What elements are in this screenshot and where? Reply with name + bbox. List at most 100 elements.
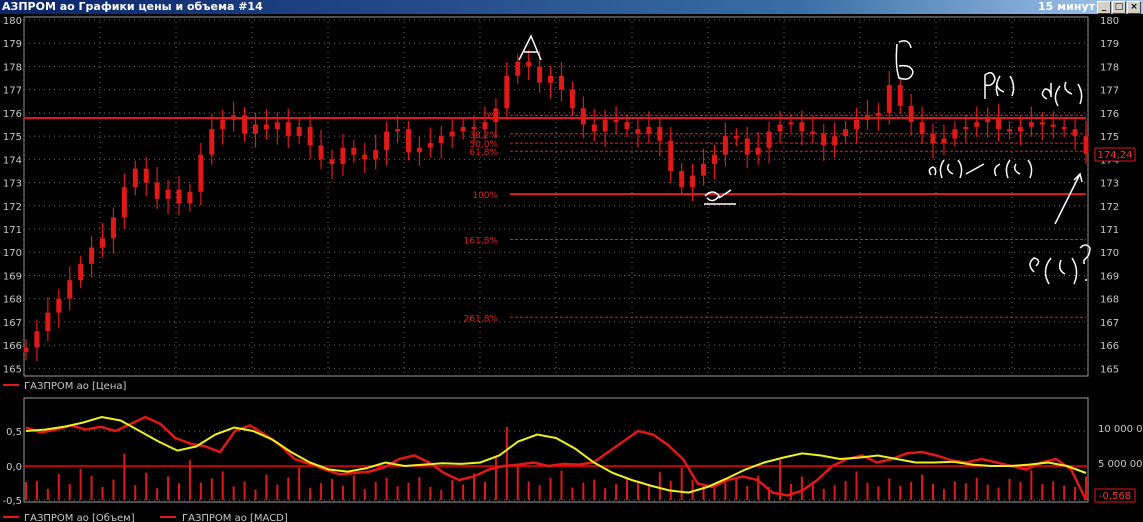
candle-body <box>1028 122 1034 127</box>
indicator-tick-left: 0,5 <box>6 427 22 438</box>
volume-bar <box>309 488 312 500</box>
candle-body <box>930 133 936 144</box>
candle-body <box>209 129 215 155</box>
volume-bar <box>932 483 935 500</box>
volume-bar <box>789 483 792 500</box>
volume-bar <box>35 480 38 500</box>
volume-bar <box>724 482 727 500</box>
candle-body <box>318 145 324 160</box>
candle-body <box>1017 126 1023 132</box>
volume-bar <box>221 471 224 500</box>
price-tick-left: 173 <box>3 179 22 190</box>
volume-bar <box>145 472 148 500</box>
price-tick-right: 166 <box>1100 341 1119 352</box>
candle-body <box>307 126 313 146</box>
price-tick-left: 169 <box>3 271 22 282</box>
candle-body <box>908 105 914 123</box>
candle-body <box>952 129 958 139</box>
volume-bar <box>975 477 978 500</box>
last-macd-label: -0,568 <box>1099 491 1131 502</box>
minimize-icon[interactable]: _ <box>1097 1 1111 14</box>
candle-body <box>1050 124 1056 127</box>
price-tick-left: 171 <box>3 225 22 236</box>
volume-bar <box>582 482 585 500</box>
window-title: АЗПРОМ ао Графики цены и объема #14 <box>2 0 263 13</box>
candle-body <box>602 119 608 132</box>
volume-bar <box>910 482 913 500</box>
price-tick-right: 173 <box>1100 179 1119 190</box>
volume-bar <box>167 476 170 500</box>
candle-body <box>471 126 477 130</box>
volume-bar <box>1052 481 1055 500</box>
candle-body <box>482 122 488 130</box>
candle-body <box>799 122 805 132</box>
candle-body <box>941 138 947 144</box>
volume-bar <box>626 478 629 500</box>
volume-bar <box>385 477 388 500</box>
volume-bar <box>571 487 574 500</box>
candle-body <box>744 138 750 155</box>
price-tick-left: 180 <box>3 16 22 27</box>
volume-bar <box>374 482 377 500</box>
volume-bar <box>844 480 847 500</box>
volume-bar <box>25 482 27 500</box>
volume-bar <box>505 426 508 500</box>
candle-body <box>1039 122 1045 125</box>
candle-body <box>460 126 466 132</box>
candle-body <box>416 147 422 153</box>
price-tick-right: 178 <box>1100 62 1119 73</box>
candle-body <box>788 122 794 125</box>
candle-body <box>1072 129 1078 137</box>
fib-label: 161,8% <box>464 236 499 246</box>
close-icon[interactable]: × <box>1127 1 1141 14</box>
candle-body <box>821 133 827 146</box>
candle-body <box>427 143 433 148</box>
volume-bar <box>210 478 213 500</box>
candle-body <box>646 126 652 134</box>
price-legend: ГАЗПРОМ ао [Цена] <box>24 381 126 392</box>
candle-body <box>395 129 401 132</box>
candle-body <box>515 61 521 76</box>
volume-bar <box>713 488 716 500</box>
volume-bar <box>254 489 257 500</box>
volume-bar <box>953 481 956 500</box>
indicator-panel <box>0 394 1143 522</box>
candle-body <box>263 124 269 130</box>
volume-bar <box>462 484 465 500</box>
volume-bar <box>1041 483 1044 500</box>
volume-bar <box>276 484 279 500</box>
timeframe-label[interactable]: 15 минут <box>1038 0 1095 14</box>
candle-body <box>635 129 641 134</box>
price-tick-left: 177 <box>3 86 22 97</box>
volume-bar <box>855 471 858 500</box>
volume-bar <box>1030 470 1033 500</box>
indicator-tick-right: 5 000 00 <box>1098 459 1143 470</box>
title-bar: АЗПРОМ ао Графики цены и объема #14 15 м… <box>0 0 1143 14</box>
candle-body <box>198 154 204 192</box>
volume-bar <box>997 487 1000 500</box>
candle-body <box>67 280 73 299</box>
candle-body <box>558 75 564 90</box>
volume-bar <box>800 476 803 500</box>
candle-body <box>679 170 685 188</box>
candle-body <box>548 75 554 83</box>
price-tick-right: 170 <box>1100 248 1119 259</box>
candle-body <box>919 122 925 134</box>
candle-body <box>580 108 586 125</box>
volume-bar <box>746 485 749 500</box>
candle-body <box>220 119 226 130</box>
volume-bar <box>680 467 683 500</box>
candle-body <box>996 117 1002 130</box>
volume-bar <box>494 457 497 500</box>
price-tick-left: 179 <box>3 39 22 50</box>
indicator-tick-right: 10 000 00 <box>1098 424 1143 435</box>
indicator-tick-left: 0,0 <box>6 462 22 473</box>
candle-body <box>154 182 160 199</box>
price-tick-right: 169 <box>1100 271 1119 282</box>
candle-body <box>296 126 302 137</box>
maximize-icon[interactable]: □ <box>1112 1 1126 14</box>
volume-bar <box>46 488 49 500</box>
volume-bar <box>921 474 924 500</box>
candle-body <box>449 131 455 137</box>
fib-label: 61,8% <box>469 148 498 158</box>
